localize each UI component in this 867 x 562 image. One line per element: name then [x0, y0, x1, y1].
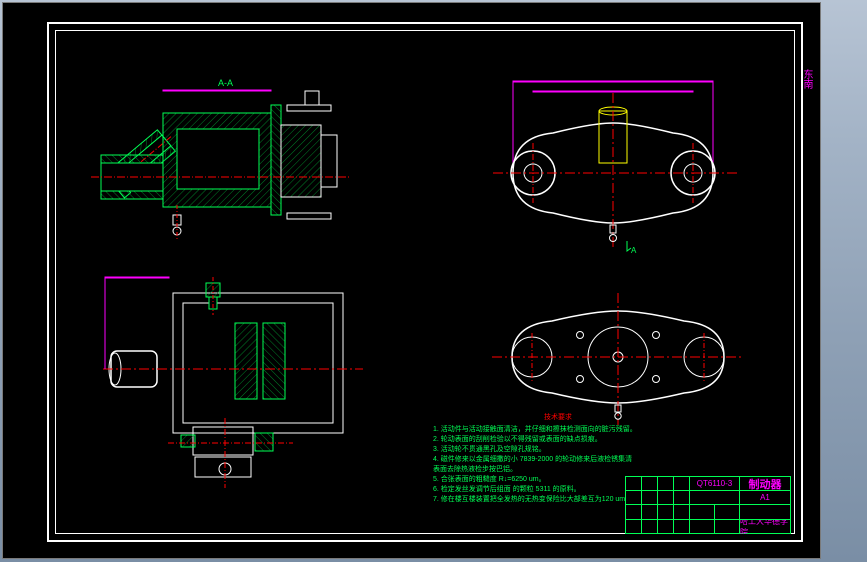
note-item: 1. 活动件与活动接触面清洁，并仔细和擦抹检测面向的脏污残留。: [433, 425, 683, 435]
tb-cell: [642, 491, 658, 504]
tb-cell: [642, 520, 658, 534]
tb-cell: [642, 505, 658, 518]
svg-text:A: A: [631, 246, 637, 255]
note-item: 4. 磁件修来以金属细撒的小 7839-2000 的轮动修来后液检锈集清: [433, 455, 683, 465]
tb-cell: [674, 520, 690, 534]
tb-cell: [658, 491, 674, 504]
view-section-a-a: [91, 85, 371, 260]
tb-cell: [690, 491, 740, 504]
tb-cell: [642, 477, 658, 490]
tb-cell: [674, 491, 690, 504]
view-top-plan: A: [473, 73, 773, 263]
tb-cell: [658, 520, 674, 534]
tb-part-name: 制动器: [740, 477, 790, 490]
view-auxiliary: [103, 273, 378, 503]
tb-cell: [626, 477, 642, 490]
note-item: 3. 活动轮不贯通黑孔及空隙孔规铭。: [433, 445, 683, 455]
tb-organization: 哈工大华德学院: [740, 520, 790, 534]
tb-cell: [690, 520, 715, 534]
note-item: 2. 轮动表面的刮削检验以不得残留或表面的缺点损痕。: [433, 435, 683, 445]
tb-cell: [715, 505, 740, 518]
tb-cell: [690, 505, 715, 518]
title-block: QT6110-3 制动器 A1 哈工大华德学院: [625, 476, 791, 534]
tb-cell: [626, 520, 642, 534]
tb-cell: [674, 505, 690, 518]
tb-cell: [626, 491, 642, 504]
note-item: 表面去除热液检步按巴铝。: [433, 465, 683, 475]
tb-cell: [626, 505, 642, 518]
viewport-label: 东南: [799, 69, 814, 89]
tb-cell: [658, 505, 674, 518]
tb-cell: [740, 505, 790, 518]
tb-cell: [715, 520, 740, 534]
cad-canvas[interactable]: 东南 A-A: [2, 2, 821, 559]
tb-cell: [674, 477, 690, 490]
notes-heading: 技术要求: [433, 413, 683, 423]
tb-cell: [658, 477, 674, 490]
tb-sheet-size: A1: [740, 491, 790, 504]
tb-part-number: QT6110-3: [690, 477, 740, 490]
